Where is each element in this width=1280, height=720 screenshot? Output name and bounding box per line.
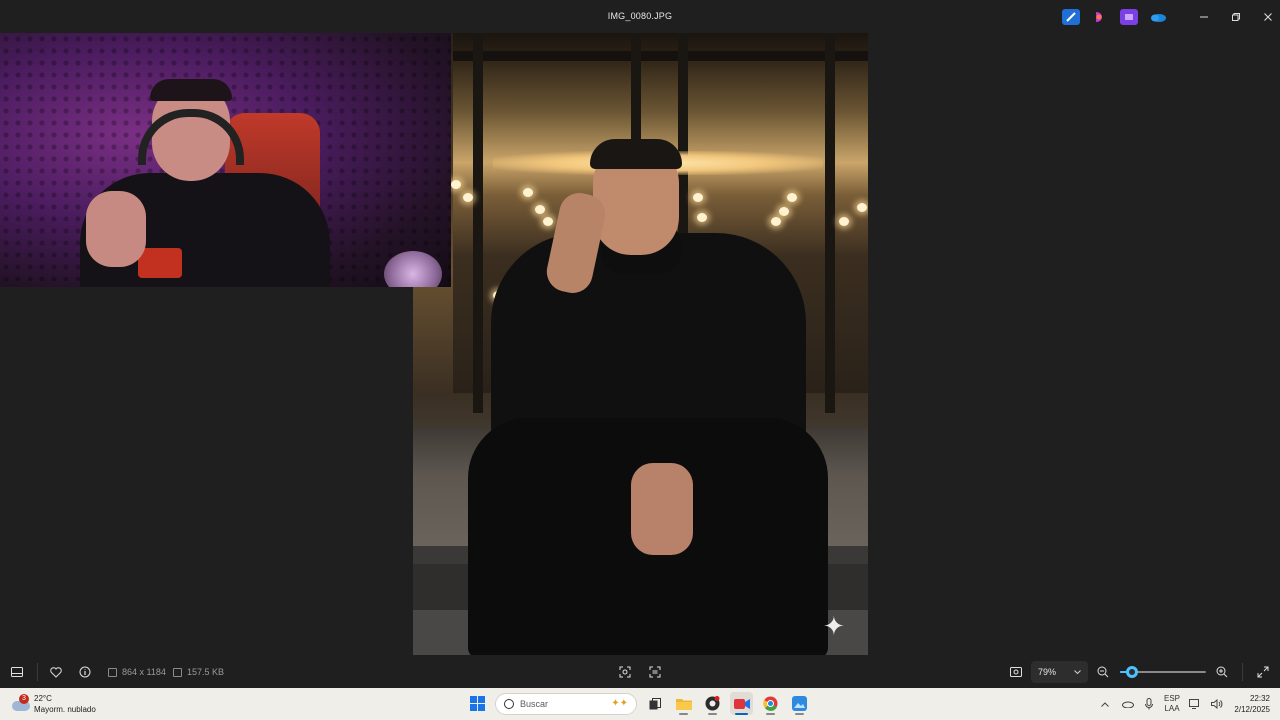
filmstrip-icon[interactable] [9, 664, 25, 680]
language-indicator[interactable]: ESP LAA [1164, 694, 1180, 714]
window-title: IMG_0080.JPG [607, 11, 673, 21]
favorite-heart-icon[interactable] [48, 664, 64, 680]
visual-search-icon[interactable] [617, 664, 633, 680]
chrome-icon[interactable] [759, 692, 782, 715]
taskbar-apps: Buscar ✦✦ [466, 692, 811, 715]
weather-condition: Mayorm. nublado [34, 705, 96, 714]
search-placeholder: Buscar [520, 698, 549, 709]
chevron-down-icon [1074, 667, 1081, 677]
weather-widget[interactable]: 3 22°C Mayorm. nublado [12, 693, 96, 715]
zoom-out-icon[interactable] [1095, 664, 1111, 680]
zoom-slider[interactable] [1120, 666, 1206, 678]
title-bar: IMG_0080.JPG [0, 0, 1280, 33]
start-button[interactable] [466, 692, 489, 715]
weather-temperature: 22°C [34, 694, 52, 703]
image-viewer-canvas[interactable]: ✦ [0, 33, 1280, 655]
clock-date: 2/12/2025 [1234, 705, 1270, 714]
close-icon[interactable] [1252, 8, 1280, 26]
edit-image-icon[interactable] [1062, 9, 1080, 25]
file-size-text: 157.5 KB [187, 667, 225, 677]
minimize-icon[interactable] [1188, 8, 1220, 26]
microphone-icon[interactable] [1142, 697, 1156, 711]
clipchamp-icon[interactable] [1091, 9, 1109, 25]
chevron-up-icon[interactable] [1098, 697, 1112, 711]
clock[interactable]: 22:32 2/12/2025 [1234, 693, 1270, 715]
search-highlight-icon: ✦✦ [611, 698, 628, 709]
video-editor-icon[interactable] [730, 692, 753, 715]
zoom-level-dropdown[interactable]: 79% [1031, 661, 1088, 683]
photos-icon[interactable] [788, 692, 811, 715]
toolbar-divider [37, 663, 38, 681]
fullscreen-icon[interactable] [1255, 664, 1271, 680]
onedrive-icon[interactable] [1149, 9, 1167, 25]
obs-icon[interactable] [701, 692, 724, 715]
zoom-slider-thumb[interactable] [1126, 666, 1139, 678]
task-view-icon[interactable] [643, 692, 666, 715]
notification-badge: 3 [19, 694, 29, 704]
zoom-in-icon[interactable] [1214, 664, 1230, 680]
taskbar-search[interactable]: Buscar ✦✦ [495, 692, 637, 715]
photo[interactable]: ✦ [413, 33, 868, 655]
taskbar: 3 22°C Mayorm. nublado Buscar ✦✦ ESP LAA… [0, 688, 1280, 720]
volume-icon[interactable] [1210, 697, 1224, 711]
network-icon[interactable] [1188, 697, 1202, 711]
title-app-icons [1062, 9, 1167, 25]
image-dimensions: 864 x 1184 [108, 667, 166, 677]
cloud-icon: 3 [12, 694, 30, 711]
toolbar-divider [1242, 663, 1243, 681]
webcam-overlay [0, 33, 451, 287]
file-size: 157.5 KB [173, 667, 224, 677]
file-explorer-icon[interactable] [672, 692, 695, 715]
actual-size-icon[interactable] [1008, 664, 1024, 680]
window-controls [1188, 8, 1280, 26]
ai-sparkle-icon: ✦ [823, 611, 845, 641]
system-tray: ESP LAA [1098, 694, 1224, 714]
file-size-icon [173, 667, 182, 677]
dimensions-icon [108, 667, 117, 677]
keyboard-layout: LAA [1164, 704, 1180, 713]
windows-icon [470, 696, 485, 711]
scan-text-icon[interactable] [647, 664, 663, 680]
viewer-toolbar: 864 x 1184 157.5 KB 79% [0, 655, 1280, 688]
info-icon[interactable] [77, 664, 93, 680]
search-icon [504, 698, 514, 709]
dimensions-text: 864 x 1184 [122, 667, 166, 677]
language-code: ESP [1164, 694, 1181, 703]
restore-icon[interactable] [1220, 8, 1252, 26]
onedrive-tray-icon[interactable] [1120, 697, 1134, 711]
zoom-level-value: 79% [1038, 667, 1057, 677]
movie-editor-icon[interactable] [1120, 9, 1138, 25]
clock-time: 22:32 [1249, 694, 1270, 703]
